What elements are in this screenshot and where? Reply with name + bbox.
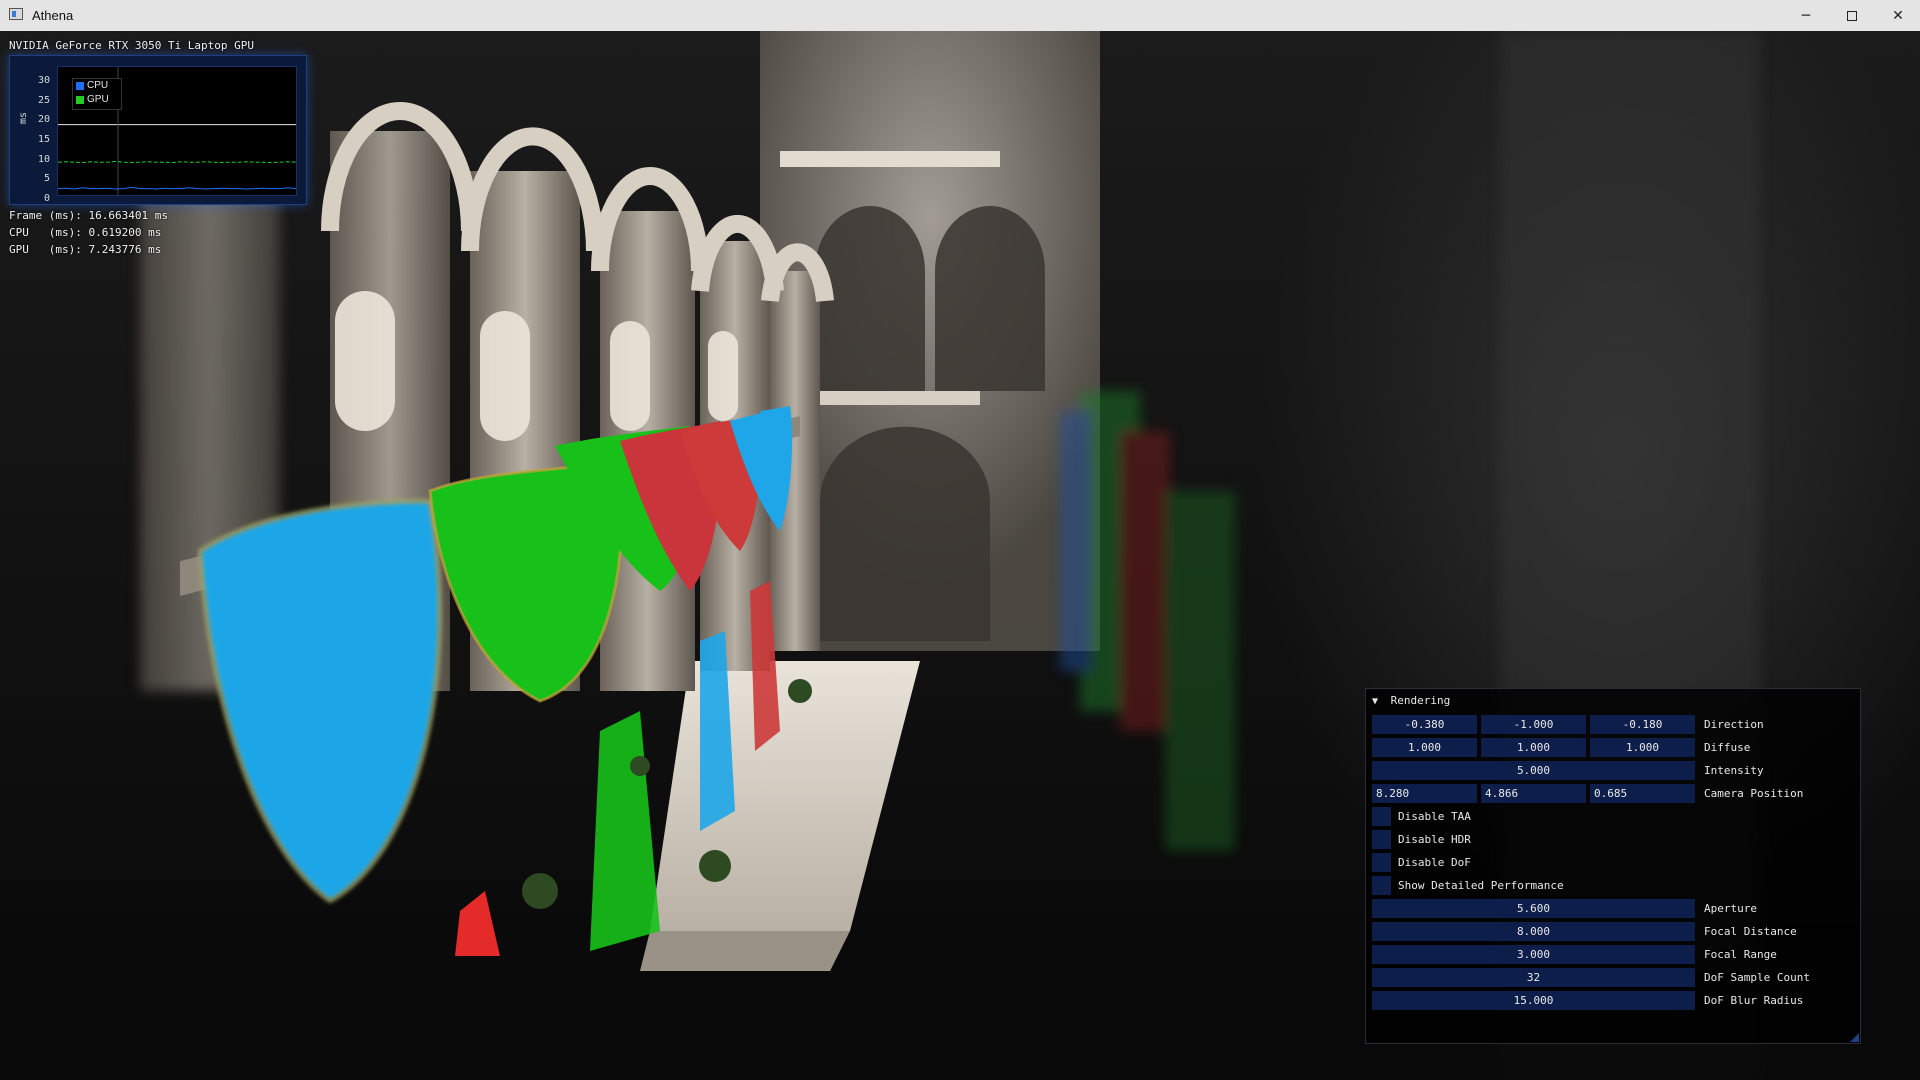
focal-range-row: 3.000 Focal Range xyxy=(1372,945,1856,964)
aperture-row: 5.600 Aperture xyxy=(1372,899,1856,918)
cpu-time-stat: CPU (ms): 0.619200 ms xyxy=(9,226,162,239)
disable-taa-label[interactable]: Disable TAA xyxy=(1398,807,1471,826)
y-tick: 20 xyxy=(37,114,50,125)
y-tick: 15 xyxy=(37,134,50,145)
focal-range-label: Focal Range xyxy=(1704,948,1777,961)
dof-blur-radius-row: 15.000 DoF Blur Radius xyxy=(1372,991,1856,1010)
series-line-gpu xyxy=(57,160,297,164)
gpu-time-stat: GPU (ms): 7.243776 ms xyxy=(9,243,162,256)
direction-label: Direction xyxy=(1704,718,1764,731)
diffuse-r-field[interactable]: 1.000 xyxy=(1372,738,1477,757)
diffuse-row: 1.000 1.000 1.000 Diffuse xyxy=(1372,738,1856,757)
disable-taa-row[interactable]: Disable TAA xyxy=(1372,807,1856,826)
camera-x-field[interactable]: 8.280 xyxy=(1372,784,1477,803)
dof-sample-count-label: DoF Sample Count xyxy=(1704,971,1810,984)
panel-resize-grip[interactable] xyxy=(1850,1033,1859,1042)
cpu-swatch xyxy=(76,82,84,90)
diffuse-label: Diffuse xyxy=(1704,741,1751,754)
y-tick: 10 xyxy=(37,154,50,165)
y-tick: 5 xyxy=(43,173,50,184)
app-icon xyxy=(9,8,23,20)
maximize-button[interactable] xyxy=(1829,0,1875,31)
intensity-slider[interactable]: 5.000 xyxy=(1372,761,1695,780)
collapse-arrow-icon[interactable]: ▼ xyxy=(1372,695,1384,709)
direction-row: -0.380 -1.000 -0.180 Direction xyxy=(1372,715,1856,734)
show-perf-row[interactable]: Show Detailed Performance xyxy=(1372,876,1856,895)
frame-time-stat: Frame (ms): 16.663401 ms xyxy=(9,209,168,222)
camera-position-row: 8.280 4.866 0.685 Camera Position xyxy=(1372,784,1856,803)
disable-taa-checkbox[interactable] xyxy=(1372,807,1391,826)
perf-legend: CPU GPU xyxy=(72,78,122,110)
disable-hdr-label[interactable]: Disable HDR xyxy=(1398,830,1471,849)
aperture-slider[interactable]: 5.600 xyxy=(1372,899,1695,918)
gpu-swatch xyxy=(76,96,84,104)
rendering-title: Rendering xyxy=(1390,694,1451,707)
window-title: Athena xyxy=(32,8,74,23)
disable-hdr-row[interactable]: Disable HDR xyxy=(1372,830,1856,849)
diffuse-g-field[interactable]: 1.000 xyxy=(1481,738,1586,757)
legend-item-gpu: GPU xyxy=(73,93,121,107)
maximize-icon xyxy=(1847,10,1857,21)
camera-position-label: Camera Position xyxy=(1704,787,1804,800)
disable-dof-row[interactable]: Disable DoF xyxy=(1372,853,1856,872)
dof-sample-count-slider[interactable]: 32 xyxy=(1372,968,1695,987)
disable-dof-label[interactable]: Disable DoF xyxy=(1398,853,1471,872)
rendering-panel: ▼ Rendering -0.380 -1.000 -0.180 Directi… xyxy=(1365,688,1861,1044)
camera-z-field[interactable]: 0.685 xyxy=(1590,784,1695,803)
dof-sample-count-row: 32 DoF Sample Count xyxy=(1372,968,1856,987)
minimize-button[interactable]: ─ xyxy=(1783,0,1829,31)
series-line-cpu xyxy=(57,186,297,190)
focal-range-slider[interactable]: 3.000 xyxy=(1372,945,1695,964)
legend-label-cpu: CPU xyxy=(87,80,109,91)
close-icon: ✕ xyxy=(1892,7,1904,24)
show-detailed-performance-checkbox[interactable] xyxy=(1372,876,1391,895)
legend-item-cpu: CPU xyxy=(73,79,121,93)
title-bar: Athena ─ ✕ xyxy=(0,0,1920,32)
y-tick: 30 xyxy=(37,75,50,86)
legend-label-gpu: GPU xyxy=(87,94,109,105)
disable-hdr-checkbox[interactable] xyxy=(1372,830,1391,849)
perf-graph: ms 30 25 20 15 10 5 0 CPU GPU xyxy=(9,55,307,205)
direction-x-field[interactable]: -0.380 xyxy=(1372,715,1477,734)
y-tick: 25 xyxy=(37,95,50,106)
minimize-icon: ─ xyxy=(1801,7,1811,24)
intensity-row: 5.000 Intensity xyxy=(1372,761,1856,780)
intensity-label: Intensity xyxy=(1704,764,1764,777)
y-tick: 0 xyxy=(43,193,50,204)
focal-distance-slider[interactable]: 8.000 xyxy=(1372,922,1695,941)
direction-z-field[interactable]: -0.180 xyxy=(1590,715,1695,734)
dof-blur-radius-slider[interactable]: 15.000 xyxy=(1372,991,1695,1010)
aperture-label: Aperture xyxy=(1704,902,1757,915)
disable-dof-checkbox[interactable] xyxy=(1372,853,1391,872)
diffuse-b-field[interactable]: 1.000 xyxy=(1590,738,1695,757)
focal-distance-label: Focal Distance xyxy=(1704,925,1797,938)
close-button[interactable]: ✕ xyxy=(1875,0,1920,31)
rendering-header[interactable]: ▼ Rendering xyxy=(1372,694,1450,708)
show-detailed-performance-label[interactable]: Show Detailed Performance xyxy=(1398,876,1564,895)
dof-blur-radius-label: DoF Blur Radius xyxy=(1704,994,1804,1007)
direction-y-field[interactable]: -1.000 xyxy=(1481,715,1586,734)
camera-y-field[interactable]: 4.866 xyxy=(1481,784,1586,803)
focal-distance-row: 8.000 Focal Distance xyxy=(1372,922,1856,941)
gpu-name-label: NVIDIA GeForce RTX 3050 Ti Laptop GPU xyxy=(9,39,255,52)
